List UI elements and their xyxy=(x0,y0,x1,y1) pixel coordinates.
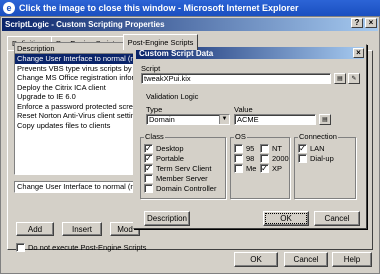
properties-title: ScriptLogic - Custom Scripting Propertie… xyxy=(5,20,165,29)
type-value: Domain xyxy=(149,115,175,124)
checkbox-box[interactable]: ✓ xyxy=(144,154,153,163)
checkbox-label: Me xyxy=(246,164,257,173)
checkbox-label: Domain Controller xyxy=(156,184,217,193)
chevron-down-icon[interactable]: ▼ xyxy=(219,115,229,124)
os-nt-checkbox[interactable]: NT xyxy=(260,144,282,153)
script-label: Script xyxy=(141,64,161,73)
checkbox-label: NT xyxy=(272,144,282,153)
checkbox-box[interactable] xyxy=(144,174,153,183)
os-98-checkbox[interactable]: 98 xyxy=(234,154,254,163)
checkbox-label: LAN xyxy=(310,144,325,153)
ie-title-bar: e Click the image to close this window -… xyxy=(0,0,380,16)
connection-lan-checkbox[interactable]: ✓ LAN xyxy=(298,144,325,153)
type-label: Type xyxy=(146,105,163,114)
help-button[interactable]: Help xyxy=(332,252,372,267)
description-button[interactable]: Description xyxy=(144,211,190,226)
type-select[interactable]: Domain ▼ xyxy=(146,114,230,125)
class-member-server-checkbox[interactable]: Member Server xyxy=(144,174,208,183)
list-item[interactable]: Deploy the Citrix ICA client xyxy=(15,83,137,93)
value-label: Value xyxy=(234,105,253,114)
list-item[interactable]: Change User Interface to normal (non-XP xyxy=(15,54,137,64)
selected-description-field: Change User Interface to normal (non-XP xyxy=(14,181,138,193)
do-not-execute-checkbox[interactable] xyxy=(16,243,25,252)
checkbox-label: 2000 xyxy=(272,154,289,163)
os-2000-checkbox[interactable]: 2000 xyxy=(260,154,289,163)
properties-title-bar: ScriptLogic - Custom Scripting Propertie… xyxy=(2,18,378,31)
list-header-description[interactable]: Description xyxy=(15,43,137,54)
checkbox-box[interactable] xyxy=(144,184,153,193)
validation-logic-label: Validation Logic xyxy=(146,92,199,101)
checkbox-label: Dial-up xyxy=(310,154,334,163)
list-item[interactable]: Change MS Office registration informatio xyxy=(15,73,137,83)
class-portable-checkbox[interactable]: ✓ Portable xyxy=(144,154,184,163)
custom-script-data-dialog: Custom Script Data × Script tweakXPui.ki… xyxy=(133,44,367,229)
checkbox-label: 98 xyxy=(246,154,255,163)
list-item[interactable]: Prevents VBS type virus scripts by de-as xyxy=(15,64,137,74)
class-domain-controller-checkbox[interactable]: Domain Controller xyxy=(144,184,216,193)
checkbox-box[interactable] xyxy=(234,154,243,163)
close-icon[interactable]: × xyxy=(365,18,377,28)
checkbox-label: 95 xyxy=(246,144,255,153)
os-me-checkbox[interactable]: Me xyxy=(234,164,256,173)
help-icon[interactable]: ? xyxy=(351,18,363,28)
checkbox-box[interactable] xyxy=(260,144,269,153)
list-item[interactable]: Enforce a password protected screen sa xyxy=(15,102,137,112)
list-item[interactable]: Upgrade to IE 6.0 xyxy=(15,92,137,102)
os-xp-checkbox[interactable]: ✓ XP xyxy=(260,164,282,173)
checkbox-box[interactable] xyxy=(260,154,269,163)
tab-post-engine-scripts[interactable]: Post-Engine Scripts xyxy=(122,34,199,50)
checkbox-label: Portable xyxy=(156,154,184,163)
ok-button[interactable]: OK xyxy=(234,252,278,267)
os-group-title: OS xyxy=(234,132,247,141)
list-item[interactable]: Reset Norton Anti-Virus client settings xyxy=(15,111,137,121)
do-not-execute-checkbox-row[interactable]: Do not execute Post-Engine Scripts xyxy=(16,243,146,252)
class-term-serv-checkbox[interactable]: ✓ Term Serv Client xyxy=(144,164,211,173)
do-not-execute-label: Do not execute Post-Engine Scripts xyxy=(28,243,147,252)
value-input[interactable]: ACME xyxy=(234,114,316,125)
checkbox-box[interactable]: ✓ xyxy=(144,144,153,153)
dialog-close-icon[interactable]: × xyxy=(353,48,364,58)
browse-value-icon[interactable]: ▤ xyxy=(319,114,331,125)
class-desktop-checkbox[interactable]: ✓ Desktop xyxy=(144,144,184,153)
checkbox-box[interactable] xyxy=(234,144,243,153)
script-list[interactable]: Description Change User Interface to nor… xyxy=(14,42,138,175)
dialog-ok-button[interactable]: OK xyxy=(263,211,309,226)
checkbox-box[interactable]: ✓ xyxy=(260,164,269,173)
os-95-checkbox[interactable]: 95 xyxy=(234,144,254,153)
checkbox-box[interactable] xyxy=(234,164,243,173)
add-button[interactable]: Add xyxy=(16,222,54,236)
checkbox-box[interactable] xyxy=(298,154,307,163)
script-input[interactable]: tweakXPui.kix xyxy=(141,73,331,84)
connection-dialup-checkbox[interactable]: Dial-up xyxy=(298,154,334,163)
checkbox-box[interactable]: ✓ xyxy=(144,164,153,173)
ie-window-title: Click the image to close this window - M… xyxy=(19,3,299,13)
browse-script-icon[interactable]: ▤ xyxy=(334,73,346,84)
ie-logo-icon: e xyxy=(3,2,15,14)
checkbox-label: Member Server xyxy=(156,174,208,183)
insert-button[interactable]: Insert xyxy=(62,222,102,236)
class-group-title: Class xyxy=(144,132,165,141)
checkbox-label: XP xyxy=(272,164,283,173)
cancel-button[interactable]: Cancel xyxy=(284,252,328,267)
edit-script-icon[interactable]: ✎ xyxy=(348,73,360,84)
checkbox-label: Term Serv Client xyxy=(156,164,212,173)
list-item[interactable]: Copy updates files to clients xyxy=(15,121,137,131)
dialog-cancel-button[interactable]: Cancel xyxy=(314,211,360,226)
checkbox-box[interactable]: ✓ xyxy=(298,144,307,153)
connection-group-title: Connection xyxy=(298,132,338,141)
checkbox-label: Desktop xyxy=(156,144,184,153)
